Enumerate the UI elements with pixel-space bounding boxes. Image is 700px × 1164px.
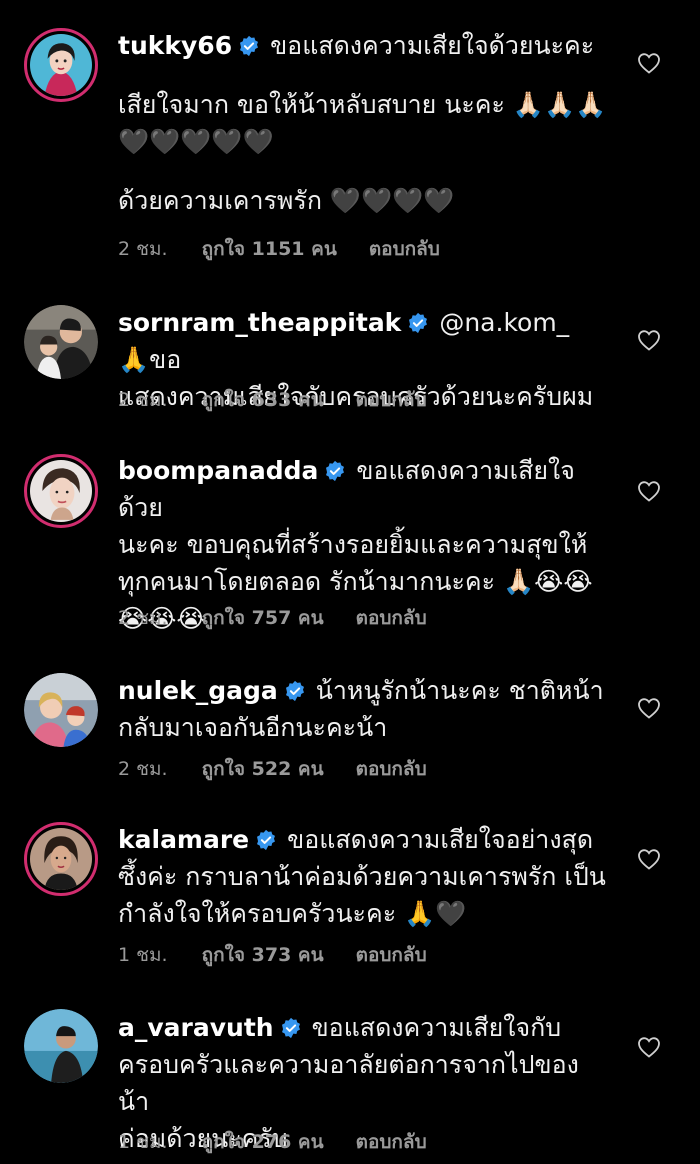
verified-badge-icon bbox=[255, 824, 277, 851]
comment-time: 2 ชม. bbox=[118, 758, 168, 780]
comment-meta: 2 ชม. ถูกใจ 633 คน ตอบกลับ bbox=[118, 385, 459, 415]
verified-badge-icon bbox=[238, 30, 260, 57]
reply-button[interactable]: ตอบกลับ bbox=[356, 603, 427, 633]
comment-time: 2 ชม. bbox=[118, 238, 168, 260]
heart-outline-icon[interactable] bbox=[637, 848, 661, 870]
heart-outline-icon[interactable] bbox=[637, 1036, 661, 1058]
avatar-photo bbox=[24, 1009, 98, 1083]
likes-count[interactable]: ถูกใจ 373 คน bbox=[202, 940, 324, 970]
verified-badge-icon bbox=[280, 1012, 302, 1039]
avatar-photo bbox=[30, 828, 92, 890]
comment-username[interactable]: sornram_theappitak bbox=[118, 308, 401, 337]
heart-outline-icon[interactable] bbox=[637, 52, 661, 74]
likes-count[interactable]: ถูกใจ 1151 คน bbox=[202, 234, 337, 264]
comment-text: นะคะ ขอบคุณที่สร้างรอยยิ้มและความสุขให้ bbox=[118, 530, 588, 559]
comment-meta: 1 ชม. ถูกใจ 276 คน ตอบกลับ bbox=[118, 1127, 459, 1157]
reply-button[interactable]: ตอบกลับ bbox=[369, 234, 440, 264]
comment-text: ขอแสดงความเสียใจด้วยนะคะ bbox=[270, 31, 595, 60]
comment-time: 1 ชม. bbox=[118, 944, 168, 966]
comment-meta: 2 ชม. ถูกใจ 522 คน ตอบกลับ bbox=[118, 754, 459, 784]
comment-meta: 2 ชม. ถูกใจ 757 คน ตอบกลับ bbox=[118, 603, 459, 633]
comment-username[interactable]: a_varavuth bbox=[118, 1013, 274, 1042]
heart-outline-icon[interactable] bbox=[637, 697, 661, 719]
comment-text: ทุกคนมาโดยตลอด รักน้ามากนะคะ 🙏🏻😭😭 bbox=[118, 567, 593, 596]
verified-badge-icon bbox=[284, 675, 306, 702]
verified-badge-icon bbox=[324, 455, 346, 482]
comment-text: กลับมาเจอกันอีกนะคะน้า bbox=[118, 713, 388, 742]
likes-count[interactable]: ถูกใจ 757 คน bbox=[202, 603, 324, 633]
comment-username[interactable]: nulek_gaga bbox=[118, 676, 278, 705]
avatar[interactable] bbox=[24, 1009, 98, 1083]
likes-count[interactable]: ถูกใจ 276 คน bbox=[202, 1127, 324, 1157]
avatar[interactable] bbox=[24, 822, 98, 896]
avatar-illustration bbox=[30, 34, 92, 96]
comment-meta: 2 ชม. ถูกใจ 1151 คน ตอบกลับ bbox=[118, 234, 472, 264]
comment-username[interactable]: tukky66 bbox=[118, 31, 232, 60]
reply-button[interactable]: ตอบกลับ bbox=[356, 940, 427, 970]
avatar-photo bbox=[24, 305, 98, 379]
reply-button[interactable]: ตอบกลับ bbox=[356, 754, 427, 784]
reply-button[interactable]: ตอบกลับ bbox=[356, 385, 427, 415]
comment-text: ด้วยความเคารพรัก 🖤🖤🖤🖤 bbox=[118, 186, 455, 215]
comment-text: กำลังใจให้ครอบครัวนะคะ 🙏🖤 bbox=[118, 899, 467, 928]
avatar[interactable] bbox=[24, 673, 98, 747]
comment-text: น้าหนูรักน้านะคะ ชาติหน้า bbox=[315, 676, 604, 705]
comment-text: ขอแสดงความเสียใจอย่างสุด bbox=[287, 825, 594, 854]
avatar-photo bbox=[24, 673, 98, 747]
comment-text: เสียใจมาก ขอให้น้าหลับสบาย นะคะ 🙏🏻🙏🏻🙏🏻 bbox=[118, 90, 607, 119]
comment-time: 2 ชม. bbox=[118, 389, 168, 411]
comment-text: ขอแสดงความเสียใจกับ bbox=[311, 1013, 562, 1042]
comment-text: 🖤🖤🖤🖤🖤 bbox=[118, 127, 274, 156]
heart-outline-icon[interactable] bbox=[637, 480, 661, 502]
comment-time: 1 ชม. bbox=[118, 1131, 168, 1153]
avatar[interactable] bbox=[24, 454, 98, 528]
heart-outline-icon[interactable] bbox=[637, 329, 661, 351]
reply-button[interactable]: ตอบกลับ bbox=[356, 1127, 427, 1157]
avatar[interactable] bbox=[24, 305, 98, 379]
likes-count[interactable]: ถูกใจ 522 คน bbox=[202, 754, 324, 784]
comment-username[interactable]: kalamare bbox=[118, 825, 249, 854]
avatar-photo bbox=[30, 460, 92, 522]
likes-count[interactable]: ถูกใจ 633 คน bbox=[202, 385, 324, 415]
comment-time: 2 ชม. bbox=[118, 607, 168, 629]
comment-text: ซึ้งค่ะ กราบลาน้าค่อมด้วยความเคารพรัก เป… bbox=[118, 862, 606, 891]
comment-username[interactable]: boompanadda bbox=[118, 456, 318, 485]
verified-badge-icon bbox=[407, 307, 429, 334]
comment-meta: 1 ชม. ถูกใจ 373 คน ตอบกลับ bbox=[118, 940, 459, 970]
comment-text: ครอบครัวและความอาลัยต่อการจากไปของน้า bbox=[118, 1050, 579, 1116]
avatar[interactable] bbox=[24, 28, 98, 102]
